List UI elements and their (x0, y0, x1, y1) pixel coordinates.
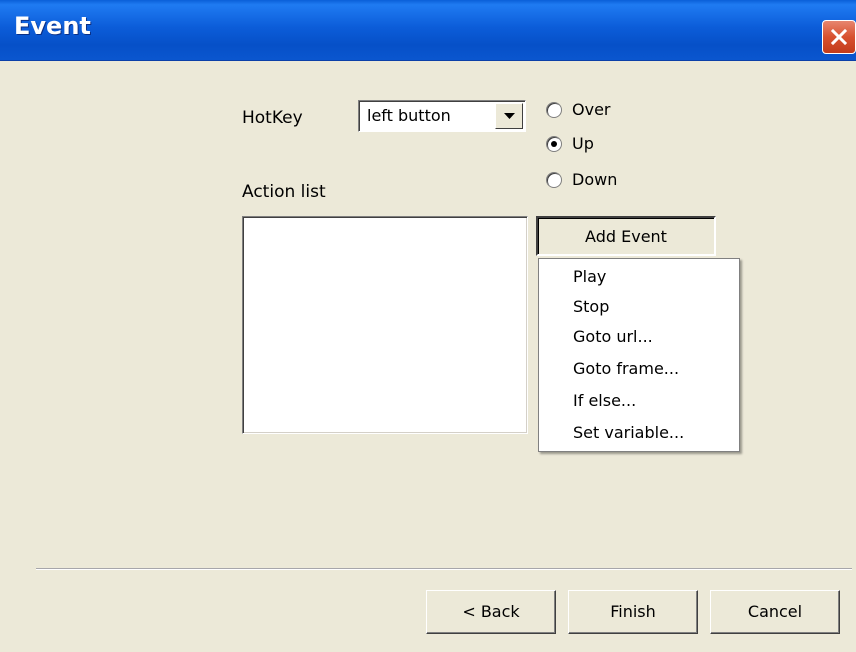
menu-item-stop[interactable]: Stop (573, 297, 609, 316)
hotkey-label: HotKey (242, 108, 303, 128)
radio-selected-dot (551, 141, 557, 147)
back-label: < Back (462, 602, 520, 621)
radio-up-label: Up (572, 134, 594, 153)
add-event-menu: Play Stop Goto url... Goto frame... If e… (538, 258, 740, 452)
finish-button[interactable]: Finish (568, 590, 698, 634)
cancel-button[interactable]: Cancel (710, 590, 840, 634)
action-list-label: Action list (242, 182, 326, 202)
hotkey-select-value: left button (367, 106, 451, 125)
hotkey-select[interactable]: left button (358, 100, 526, 132)
radio-up-circle[interactable] (546, 136, 562, 152)
radio-down-label: Down (572, 170, 618, 189)
hotkey-dropdown-button[interactable] (495, 103, 523, 129)
radio-over-circle[interactable] (546, 102, 562, 118)
menu-item-set-variable[interactable]: Set variable... (573, 423, 684, 442)
footer-divider (36, 568, 852, 570)
close-button[interactable] (822, 20, 856, 54)
cancel-label: Cancel (747, 602, 803, 621)
menu-item-goto-url[interactable]: Goto url... (573, 327, 653, 346)
radio-down-circle[interactable] (546, 172, 562, 188)
menu-item-goto-frame[interactable]: Goto frame... (573, 359, 679, 378)
title-bar[interactable]: Event (0, 0, 856, 61)
action-list[interactable] (242, 216, 528, 434)
event-dialog: Event HotKey left button Over Up Down Ac… (0, 0, 856, 652)
back-button[interactable]: < Back (426, 590, 556, 634)
chevron-down-icon (504, 113, 515, 119)
menu-item-if-else[interactable]: If else... (573, 391, 636, 410)
finish-label: Finish (610, 602, 656, 621)
window-title: Event (14, 12, 91, 40)
close-icon (830, 28, 848, 46)
add-event-button[interactable]: Add Event (536, 216, 716, 256)
add-event-label: Add Event (585, 227, 667, 246)
menu-item-play[interactable]: Play (573, 267, 606, 286)
radio-over-label: Over (572, 100, 611, 119)
